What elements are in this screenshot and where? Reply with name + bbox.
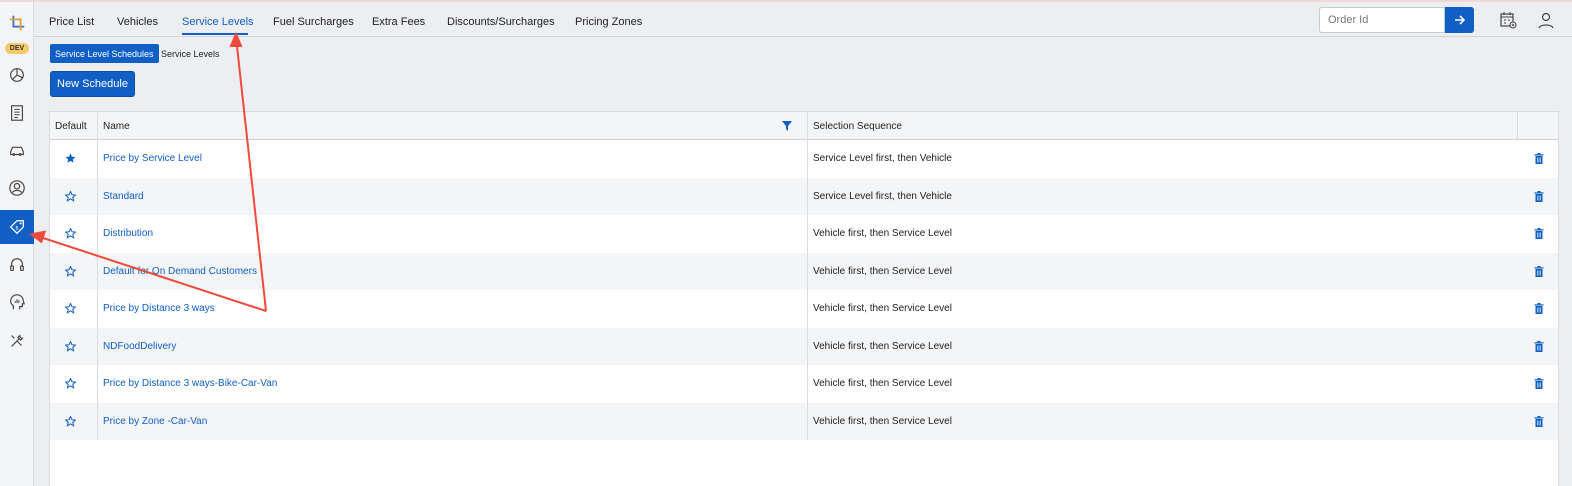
car-icon [10, 146, 24, 156]
receipt-icon [11, 105, 23, 121]
selection-sequence-cell: Service Level first, then Vehicle [813, 190, 952, 202]
column-divider [97, 112, 98, 440]
svg-text:$: $ [15, 226, 18, 232]
selection-sequence-cell: Service Level first, then Vehicle [813, 153, 952, 164]
delete-trash-icon[interactable] [1532, 215, 1546, 252]
selection-sequence-cell: Vehicle first, then Service Level [813, 265, 952, 277]
calendar-add-icon [1500, 12, 1517, 29]
delete-trash-icon[interactable] [1532, 403, 1546, 440]
analytics-head-icon [10, 294, 26, 310]
tab-price-list[interactable]: Price List [49, 16, 94, 28]
column-header-name[interactable]: Name [98, 112, 130, 140]
schedule-name-link[interactable]: Standard [103, 178, 144, 215]
user-icon [1538, 12, 1554, 29]
sidebar-item-pricing[interactable]: $ [0, 210, 34, 244]
sidebar: DEV $ [0, 2, 34, 486]
delete-trash-icon[interactable] [1532, 178, 1546, 215]
table-row[interactable]: Price by Service Level Service Level firs… [50, 140, 1558, 177]
selection-sequence-cell: Vehicle first, then Service Level [813, 228, 952, 239]
pie-chart-icon [10, 68, 24, 82]
default-star-outline-icon[interactable] [63, 215, 77, 252]
main-content: Price List Vehicles Service Levels Fuel … [34, 2, 1572, 486]
sidebar-item-vehicles[interactable] [0, 133, 34, 167]
headset-icon [10, 258, 24, 271]
delete-trash-icon[interactable] [1532, 290, 1546, 327]
app-logo-icon[interactable] [0, 6, 34, 40]
tab-discounts-surcharges[interactable]: Discounts/Surcharges [447, 16, 555, 28]
subtab-service-level-schedules[interactable]: Service Level Schedules [50, 44, 159, 63]
selection-sequence-cell: Vehicle first, then Service Level [813, 378, 952, 389]
table-row[interactable]: Default for On Demand Customers Vehicle f… [50, 252, 1558, 290]
schedule-name-link[interactable]: Default for On Demand Customers [103, 253, 257, 290]
order-search-button[interactable] [1445, 7, 1474, 33]
selection-sequence-cell: Vehicle first, then Service Level [813, 303, 952, 314]
default-star-outline-icon[interactable] [63, 178, 77, 215]
selection-sequence-cell: Vehicle first, then Service Level [813, 340, 952, 352]
sidebar-item-orders[interactable] [0, 96, 34, 130]
sidebar-item-settings[interactable] [0, 324, 34, 358]
schedule-name-link[interactable]: Price by Distance 3 ways [103, 290, 215, 327]
pricing-tabs: Price List Vehicles Service Levels Fuel … [34, 2, 1572, 37]
filter-icon [782, 121, 792, 131]
delete-trash-icon[interactable] [1532, 140, 1546, 177]
default-star-outline-icon[interactable] [63, 290, 77, 327]
table-row[interactable]: Price by Distance 3 ways Vehicle first, t… [50, 290, 1558, 327]
table-row[interactable]: NDFoodDelivery Vehicle first, then Servic… [50, 327, 1558, 365]
column-divider [807, 112, 808, 440]
arrow-right-icon [1454, 15, 1465, 25]
default-star-outline-icon[interactable] [63, 403, 77, 440]
price-tag-icon: $ [9, 220, 24, 235]
table-header: Default Name Selection Sequence [50, 112, 1558, 140]
schedule-name-link[interactable]: Price by Service Level [103, 140, 202, 177]
column-header-selection-sequence[interactable]: Selection Sequence [808, 112, 902, 140]
default-star-filled-icon[interactable] [63, 140, 77, 177]
selection-sequence-cell: Vehicle first, then Service Level [813, 415, 952, 427]
sidebar-item-analytics[interactable] [0, 285, 34, 319]
user-circle-icon [9, 180, 25, 196]
env-badge: DEV [5, 43, 29, 54]
tab-extra-fees[interactable]: Extra Fees [372, 16, 425, 28]
column-header-default[interactable]: Default [50, 112, 87, 140]
sidebar-item-customers[interactable] [0, 171, 34, 205]
delete-trash-icon[interactable] [1532, 328, 1546, 365]
default-star-outline-icon[interactable] [63, 253, 77, 290]
schedule-name-link[interactable]: NDFoodDelivery [103, 328, 176, 365]
tools-icon [11, 334, 24, 347]
new-schedule-button[interactable]: New Schedule [50, 71, 135, 97]
tab-pricing-zones[interactable]: Pricing Zones [575, 16, 642, 28]
tab-vehicles[interactable]: Vehicles [117, 16, 158, 28]
table-row[interactable]: Distribution Vehicle first, then Service … [50, 215, 1558, 252]
delete-trash-icon[interactable] [1532, 253, 1546, 290]
schedule-name-link[interactable]: Price by Distance 3 ways-Bike-Car-Van [103, 365, 277, 402]
subtab-service-levels[interactable]: Service Levels [156, 44, 225, 63]
sidebar-item-support[interactable] [0, 248, 34, 282]
tab-fuel-surcharges[interactable]: Fuel Surcharges [273, 16, 354, 28]
column-divider [1517, 112, 1518, 140]
name-filter-button[interactable] [782, 112, 792, 140]
schedule-name-link[interactable]: Distribution [103, 215, 153, 252]
delete-trash-icon[interactable] [1532, 365, 1546, 402]
table-row[interactable]: Price by Zone -Car-Van Vehicle first, the… [50, 402, 1558, 440]
calendar-add-button[interactable] [1498, 10, 1518, 30]
schedule-name-link[interactable]: Price by Zone -Car-Van [103, 403, 207, 440]
tab-service-levels[interactable]: Service Levels [182, 16, 254, 28]
default-star-outline-icon[interactable] [63, 328, 77, 365]
table-row[interactable]: Price by Distance 3 ways-Bike-Car-Van Veh… [50, 365, 1558, 402]
order-id-input[interactable] [1319, 7, 1445, 33]
user-menu-button[interactable] [1536, 10, 1556, 30]
active-tab-indicator [182, 33, 248, 35]
table-row[interactable]: Standard Service Level first, then Vehicl… [50, 177, 1558, 215]
schedules-table: Default Name Selection Sequence Price by… [49, 111, 1559, 486]
sidebar-item-dashboard[interactable] [0, 58, 34, 92]
default-star-outline-icon[interactable] [63, 365, 77, 402]
